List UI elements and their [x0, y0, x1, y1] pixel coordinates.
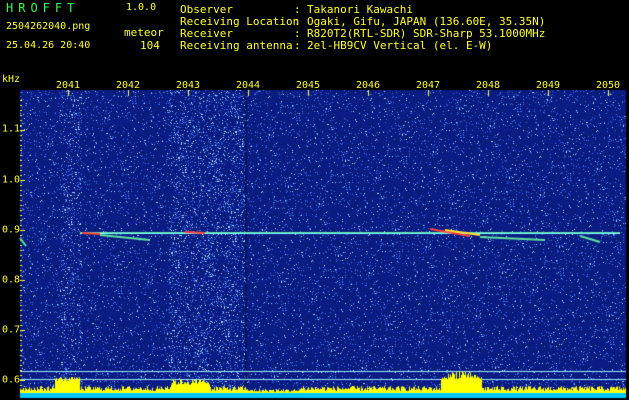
y-tick-label: 0.9 [2, 224, 21, 236]
x-tick-label: 2043 [175, 80, 201, 91]
x-tick-label: 2048 [475, 80, 501, 91]
y-tick-label: 0.8 [2, 274, 21, 286]
x-tick-label: 2041 [55, 80, 81, 91]
antenna-label: Receiving antenna [180, 39, 293, 52]
y-tick-label: 0.6 [2, 374, 21, 386]
x-tick-label: 2050 [595, 80, 621, 91]
file-name: 2504262040.png [6, 21, 91, 32]
antenna-value: 2el-HB9CV Vertical (el. E-W) [307, 39, 493, 52]
y-tick-label: 0.7 [2, 324, 21, 336]
y-tick-label: 1.1 [2, 123, 21, 135]
event-count: 104 [140, 39, 160, 52]
x-tick-label: 2046 [355, 80, 381, 91]
x-tick-label: 2042 [115, 80, 141, 91]
y-unit-label: kHz [2, 74, 21, 85]
header-panel: HROFFT 1.0.0 2504262040.png meteor 25.04… [0, 0, 629, 72]
x-tick-label: 2049 [535, 80, 561, 91]
antenna-separator: : [294, 39, 301, 52]
x-tick-label: 2044 [235, 80, 261, 91]
date-time: 25.04.26 20:40 [6, 40, 91, 51]
x-tick-label: 2045 [295, 80, 321, 91]
x-tick-label: 2047 [415, 80, 441, 91]
y-tick-label: 1.0 [2, 174, 21, 186]
app-version: 1.0.0 [126, 2, 157, 13]
app-title: HROFFT [6, 1, 80, 15]
event-label: meteor [124, 26, 164, 39]
